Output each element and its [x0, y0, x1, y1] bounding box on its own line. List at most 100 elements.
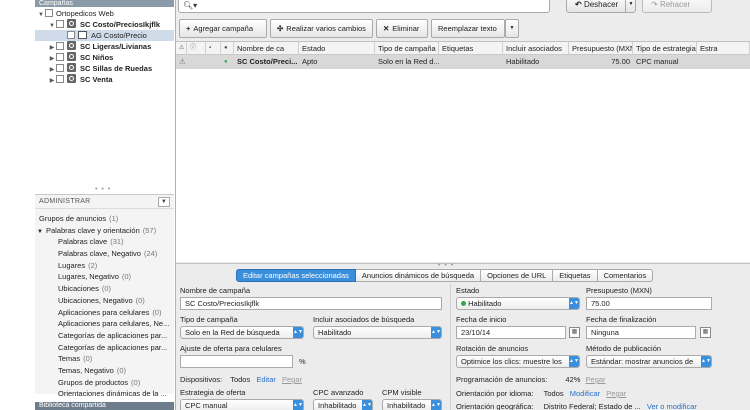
admin-item[interactable]: ▼ Palabras clave y orientación (57) [35, 225, 174, 237]
tree-item[interactable]: ▼ Ortopedicos Web [35, 8, 174, 19]
info-icon[interactable]: ⓘ [187, 42, 206, 55]
column-header[interactable]: Estra [697, 42, 750, 55]
tree-checkbox[interactable] [56, 53, 64, 61]
column-header[interactable]: Tipo de campaña [375, 42, 439, 55]
replace-dropdown-button[interactable]: ▼ [505, 19, 519, 38]
tree-item[interactable]: ▶ SC Ligeras/Livianas [35, 41, 174, 52]
language-paste-link[interactable]: Pegar [606, 389, 626, 398]
devices-paste-link[interactable]: Pegar [282, 375, 302, 384]
resize-grip[interactable]: • • • [95, 186, 111, 193]
admin-item[interactable]: Ubicaciones (0) [35, 283, 174, 295]
admin-item[interactable]: Grupos de productos (0) [35, 377, 174, 389]
tree-checkbox[interactable] [56, 20, 64, 28]
include-partners-select[interactable]: Habilitado ▲▼ [313, 326, 442, 339]
admin-item[interactable]: Aplicaciones para celulares, Ne... [35, 318, 174, 330]
undo-dropdown-button[interactable]: ▼ [625, 0, 636, 13]
tree-item[interactable]: ▶ SC Sillas de Ruedas [35, 63, 174, 74]
admin-item[interactable]: Lugares (2) [35, 260, 174, 272]
tree-checkbox[interactable] [56, 42, 64, 50]
start-date-field[interactable]: 23/10/14 [456, 326, 566, 339]
disclosure-collapsed-icon[interactable]: ▶ [48, 76, 56, 87]
mobile-bid-adj-field[interactable] [180, 355, 293, 368]
comment-icon[interactable]: ▪ [206, 42, 221, 55]
delete-button[interactable]: ✕ Eliminar [376, 19, 428, 38]
tab-1[interactable]: Anuncios dinámicos de búsqueda [355, 269, 482, 282]
admin-item-label: Lugares [58, 260, 86, 270]
tree-checkbox[interactable] [56, 75, 64, 83]
table-row[interactable]: ⚠ ● SC Costo/Preci... Apto Solo en la Red d.… [176, 55, 750, 69]
calendar-icon[interactable]: ▦ [700, 327, 711, 338]
campaign-name-field[interactable]: SC Costo/PreciosIkjflk [180, 297, 442, 310]
admin-item[interactable]: Categorías de aplicaciones par... [35, 330, 174, 342]
tree-item[interactable]: ▼ SC Costo/PreciosIkjflk [35, 19, 174, 30]
admin-item[interactable]: Categorías de aplicaciones par... [35, 342, 174, 354]
disclosure-expanded-icon[interactable]: ▼ [37, 229, 43, 235]
tree-item-label: SC Venta [80, 75, 113, 84]
column-header[interactable]: Etiquetas [439, 42, 503, 55]
updown-arrow-icon: ▲▼ [569, 298, 579, 309]
admin-item-count: (57) [142, 225, 157, 235]
admin-item[interactable]: Aplicaciones para celulares (0) [35, 307, 174, 319]
tree-checkbox[interactable] [56, 64, 64, 72]
tree-checkbox[interactable] [67, 31, 75, 39]
tab-0[interactable]: Editar campañas seleccionadas [236, 269, 356, 282]
column-header[interactable]: Nombre de ca [234, 42, 299, 55]
admin-item[interactable]: Palabras clave, Negativo (24) [35, 248, 174, 260]
devices-label: Dispositivos: [180, 375, 223, 384]
viewable-cpm-select[interactable]: Inhabilitado ▲▼ [382, 399, 442, 410]
table-cell: Habilitado [506, 57, 540, 66]
replace-text-button[interactable]: Reemplazar texto [431, 19, 505, 38]
ad-rotation-select[interactable]: Optimice los clics: muestre los ▲▼ [456, 355, 580, 368]
tree-item[interactable]: ▶ SC Venta [35, 74, 174, 85]
delivery-method-select[interactable]: Estándar: mostrar anuncios de ▲▼ [586, 355, 712, 368]
search-input[interactable]: 🔍︎▾ [178, 0, 550, 13]
add-campaign-button[interactable]: + Agregar campaña [179, 19, 267, 38]
budget-field[interactable]: 75.00 [586, 297, 712, 310]
campaign-type-label: Tipo de campaña [180, 315, 238, 324]
campaign-icon [67, 74, 76, 83]
admin-menu-button[interactable]: ▼ [158, 197, 170, 207]
tree-item[interactable]: ▶ SC Niños [35, 52, 174, 63]
admin-item[interactable]: Grupos de anuncios (1) [35, 213, 174, 225]
toolbar: + Agregar campaña ✣ Realizar varios cambio… [176, 17, 750, 41]
replace-text-label: Reemplazar texto [438, 24, 497, 33]
bid-strategy-select[interactable]: CPC manual ▲▼ [180, 399, 304, 410]
status-dot-icon[interactable]: ● [221, 42, 234, 55]
column-header[interactable]: Tipo de estrategia [633, 42, 697, 55]
admin-item[interactable]: Ubicaciones, Negativo (0) [35, 295, 174, 307]
tab-4[interactable]: Comentarios [597, 269, 654, 282]
campaign-type-select[interactable]: Solo en la Red de búsqueda ▲▼ [180, 326, 304, 339]
enhanced-cpc-value: Inhabilitado [318, 401, 357, 410]
tab-2[interactable]: Opciones de URL [481, 269, 554, 282]
close-icon: ✕ [383, 24, 390, 33]
end-date-field[interactable]: Ninguna [586, 326, 696, 339]
tree-item[interactable]: AG Costo/Precio [35, 30, 174, 41]
column-header[interactable]: Incluir asociados [503, 42, 569, 55]
warning-icon[interactable]: ⚠ [176, 42, 187, 55]
language-edit-link[interactable]: Modificar [570, 389, 600, 398]
devices-edit-link[interactable]: Editar [256, 375, 276, 384]
ad-schedule-paste-link[interactable]: Pegar [586, 375, 606, 384]
calendar-icon[interactable]: ▦ [569, 327, 580, 338]
updown-arrow-icon: ▲▼ [431, 327, 441, 338]
admin-item-count: (0) [121, 272, 132, 282]
shared-library-header[interactable]: Biblioteca compartida [35, 402, 174, 410]
panel-resize-grip[interactable]: • • • [438, 262, 454, 269]
status-select[interactable]: Habilitado ▲▼ [456, 297, 580, 310]
column-header[interactable]: Presupuesto (MXN) [569, 42, 633, 55]
admin-item[interactable]: Lugares, Negativo (0) [35, 271, 174, 283]
admin-item[interactable]: Temas, Negativo (0) [35, 365, 174, 377]
admin-item-count: (31) [110, 237, 124, 247]
enhanced-cpc-select[interactable]: Inhabilitado ▲▼ [313, 399, 373, 410]
updown-arrow-icon: ▲▼ [293, 327, 303, 338]
tab-3[interactable]: Etiquetas [553, 269, 598, 282]
admin-item[interactable]: Palabras clave (31) [35, 236, 174, 248]
admin-item-label: Orientaciones dinámicas de la ... [58, 389, 167, 399]
geo-edit-link[interactable]: Ver o modificar [647, 402, 697, 410]
tree-checkbox[interactable] [45, 9, 53, 17]
bulk-changes-button[interactable]: ✣ Realizar varios cambios [270, 19, 373, 38]
admin-item[interactable]: Temas (0) [35, 353, 174, 365]
column-header[interactable]: Estado [299, 42, 375, 55]
admin-item[interactable]: Orientaciones dinámicas de la ... [35, 388, 174, 400]
redo-button[interactable]: ↷ Rehacer [642, 0, 712, 13]
